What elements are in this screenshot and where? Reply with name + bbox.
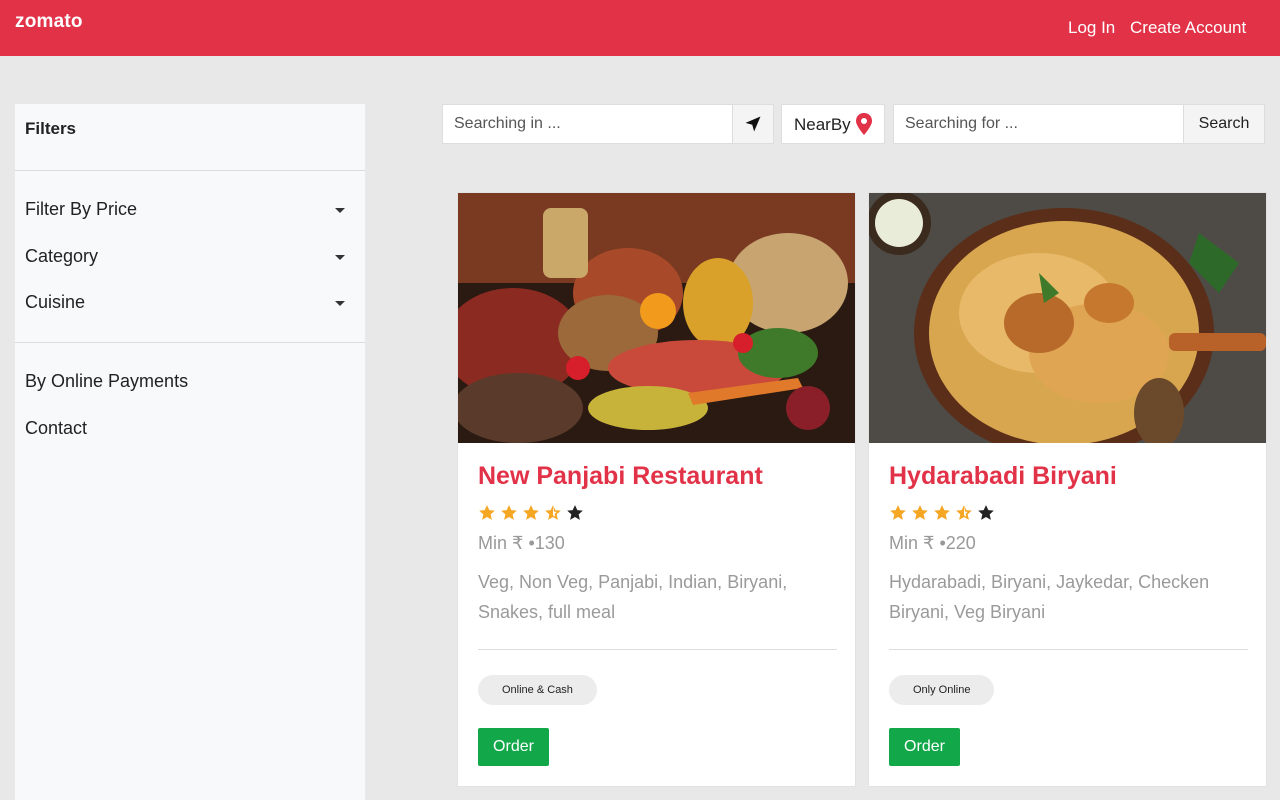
online-payments-link[interactable]: By Online Payments (25, 371, 355, 392)
restaurant-card: New Panjabi Restaurant Min ₹ •130 Veg, N… (457, 192, 856, 787)
category-label: Category (25, 246, 99, 266)
brand-logo[interactable]: zomato (15, 11, 83, 33)
filters-sidebar: Filters Filter By Price Category Cuisine… (15, 104, 365, 800)
restaurant-name[interactable]: Hydarabadi Biryani (889, 462, 1117, 491)
star-half-icon (545, 505, 561, 520)
order-button[interactable]: Order (478, 728, 549, 766)
location-pin-icon (856, 113, 872, 135)
locate-button[interactable] (732, 105, 773, 143)
card-divider (478, 649, 837, 650)
star-full-icon (501, 505, 517, 520)
star-half-icon (956, 505, 972, 520)
payment-badge: Online & Cash (478, 675, 597, 705)
filters-title: Filters (25, 119, 77, 138)
star-full-icon (934, 505, 950, 520)
caret-down-icon (335, 301, 345, 306)
star-full-icon (523, 505, 539, 520)
restaurant-name[interactable]: New Panjabi Restaurant (478, 462, 763, 491)
cuisine-label: Cuisine (25, 292, 86, 312)
sidebar-divider (15, 170, 365, 171)
star-full-icon (912, 505, 928, 520)
filter-price-dropdown[interactable]: Filter By Price (25, 199, 355, 220)
order-button[interactable]: Order (889, 728, 960, 766)
restaurant-card: Hydarabadi Biryani Min ₹ •220 Hydarabadi… (868, 192, 1267, 787)
star-full-icon (479, 505, 495, 520)
min-price: Min ₹ •220 (889, 533, 976, 553)
query-search-group: Search (893, 104, 1265, 144)
min-price: Min ₹ •130 (478, 533, 565, 553)
login-link[interactable]: Log In (1068, 18, 1115, 38)
nearby-label: NearBy (794, 115, 851, 134)
cuisine-list: Hydarabadi, Biryani, Jaykedar, Checken B… (889, 572, 1210, 622)
filter-price-label: Filter By Price (25, 199, 138, 219)
category-dropdown[interactable]: Category (25, 246, 355, 267)
location-search-group (442, 104, 774, 144)
contact-link[interactable]: Contact (25, 418, 355, 439)
nearby-button[interactable]: NearBy (781, 104, 885, 144)
cuisine-list: Veg, Non Veg, Panjabi, Indian, Biryani, … (478, 572, 788, 622)
navigation-arrow-icon (745, 116, 761, 132)
payment-badge: Only Online (889, 675, 995, 705)
query-search-input[interactable] (894, 105, 1183, 143)
star-empty-icon (567, 505, 583, 520)
cuisine-dropdown[interactable]: Cuisine (25, 292, 355, 313)
create-account-link[interactable]: Create Account (1130, 18, 1246, 38)
location-search-input[interactable] (443, 105, 732, 143)
star-full-icon (890, 505, 906, 520)
restaurant-image (458, 193, 855, 443)
restaurant-image (869, 193, 1266, 443)
caret-down-icon (335, 255, 345, 260)
search-button[interactable]: Search (1183, 105, 1264, 143)
card-divider (889, 649, 1248, 650)
sidebar-divider (15, 342, 365, 343)
star-empty-icon (978, 505, 994, 520)
caret-down-icon (335, 208, 345, 213)
top-navbar: zomato Log In Create Account (0, 0, 1280, 56)
